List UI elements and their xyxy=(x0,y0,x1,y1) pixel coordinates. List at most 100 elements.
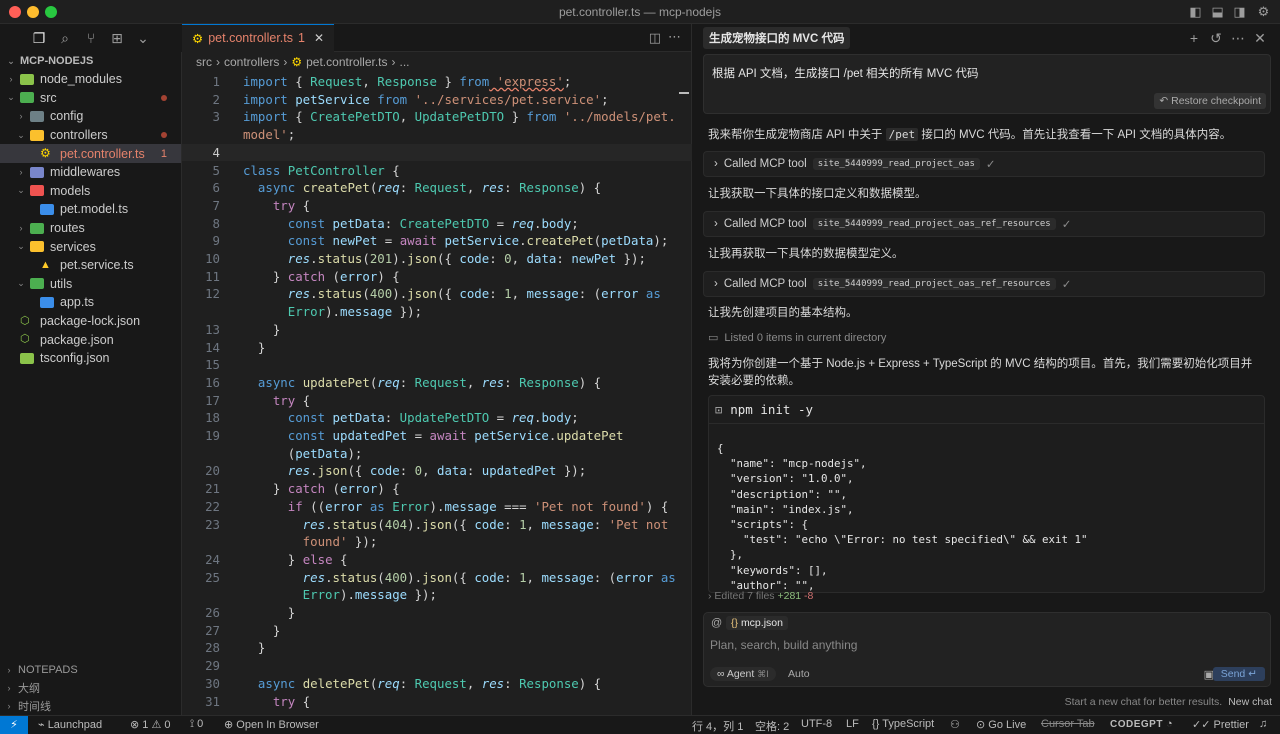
code-line[interactable]: 29 xyxy=(182,657,692,675)
code-line[interactable]: 23 res.status(404).json({ code: 1, messa… xyxy=(182,516,692,534)
tree-item[interactable]: › middlewares xyxy=(0,163,181,182)
code-line[interactable]: 31 try { xyxy=(182,693,692,711)
go-live-item[interactable]: ⊙ Go Live xyxy=(976,718,1026,731)
split-editor-icon[interactable]: ◫ xyxy=(649,30,661,46)
code-line[interactable]: 14 } xyxy=(182,339,692,357)
code-line[interactable]: Error).message }); xyxy=(182,586,692,604)
code-line[interactable]: 21 } catch (error) { xyxy=(182,480,692,498)
restore-checkpoint-button[interactable]: ↶ Restore checkpoint xyxy=(1154,93,1266,109)
chat-title[interactable]: 生成宠物接口的 MVC 代码 xyxy=(703,27,851,49)
code-line[interactable]: 20 res.json({ code: 0, data: updatedPet … xyxy=(182,462,692,480)
code-line[interactable]: 12 res.status(400).json({ code: 1, messa… xyxy=(182,285,692,303)
context-chip-mcp-json[interactable]: {} mcp.json xyxy=(726,616,788,630)
chevron-down-icon[interactable]: ⌄ xyxy=(130,25,156,51)
code-line[interactable]: found' }); xyxy=(182,533,692,551)
problems-item[interactable]: ⊗ 1 ⚠ 0 xyxy=(130,718,171,731)
chat-input-placeholder[interactable]: Plan, search, build anything xyxy=(710,638,857,652)
tree-item[interactable]: ⌄ utils xyxy=(0,275,181,294)
mcp-tool-call-3[interactable]: › Called MCP tool site_5440999_read_proj… xyxy=(703,271,1265,297)
tree-item[interactable]: › routes xyxy=(0,219,181,238)
encoding[interactable]: UTF-8 xyxy=(801,718,832,730)
ports-item[interactable]: ⟟ 0 xyxy=(190,718,203,731)
code-line[interactable]: 11 } catch (error) { xyxy=(182,268,692,286)
code-line[interactable]: 30 async deletePet(req: Request, res: Re… xyxy=(182,675,692,693)
code-line[interactable]: 13 } xyxy=(182,321,692,339)
tree-item[interactable]: ⌄ models xyxy=(0,182,181,201)
new-chat-link[interactable]: New chat xyxy=(1228,696,1272,708)
code-line[interactable]: 5 class PetController { xyxy=(182,162,692,180)
extensions-icon[interactable]: ⊞ xyxy=(104,25,130,51)
code-line[interactable]: 6 async createPet(req: Request, res: Res… xyxy=(182,179,692,197)
breadcrumb-symbol[interactable]: ... xyxy=(400,55,410,69)
code-line[interactable]: model'; xyxy=(182,126,692,144)
timeline-section[interactable]: › 时间线 xyxy=(0,697,182,715)
tree-item[interactable]: › config xyxy=(0,107,181,126)
chat-input-box[interactable]: @ {} mcp.json Plan, search, build anythi… xyxy=(703,612,1271,687)
cursor-position[interactable]: 行 4，列 1 xyxy=(692,718,743,734)
outline-section[interactable]: › 大纲 xyxy=(0,679,182,697)
code-line[interactable]: 26 } xyxy=(182,604,692,622)
toggle-sidebar-icon[interactable]: ◧ xyxy=(1188,4,1203,19)
tree-item[interactable]: ⌄ services xyxy=(0,237,181,256)
code-line[interactable]: 28 } xyxy=(182,639,692,657)
code-line[interactable]: (petData); xyxy=(182,445,692,463)
code-line[interactable]: 8 const petData: CreatePetDTO = req.body… xyxy=(182,215,692,233)
code-line[interactable]: 10 res.status(201).json({ code: 0, data:… xyxy=(182,250,692,268)
code-line[interactable]: 3 import { CreatePetDTO, UpdatePetDTO } f… xyxy=(182,108,692,126)
code-line[interactable]: 18 const petData: UpdatePetDTO = req.bod… xyxy=(182,409,692,427)
mcp-tool-call-2[interactable]: › Called MCP tool site_5440999_read_proj… xyxy=(703,211,1265,237)
close-icon[interactable]: ✕ xyxy=(1252,30,1268,47)
code-line[interactable]: 24 } else { xyxy=(182,551,692,569)
explorer-project-header[interactable]: ⌄ MCP-NODEJS xyxy=(0,52,181,70)
terminal-block[interactable]: ⊡ npm init -y { "name": "mcp-nodejs", "v… xyxy=(708,395,1265,593)
code-line[interactable]: 16 async updatePet(req: Request, res: Re… xyxy=(182,374,692,392)
breadcrumb-controllers[interactable]: controllers xyxy=(224,55,279,69)
breadcrumb-src[interactable]: src xyxy=(196,55,212,69)
code-line[interactable]: 27 } xyxy=(182,622,692,640)
codegpt-item[interactable]: CODEGPT xyxy=(1110,719,1163,730)
tree-item[interactable]: tsconfig.json xyxy=(0,349,181,368)
prettier-item[interactable]: ✓✓ Prettier xyxy=(1192,718,1249,731)
source-control-icon[interactable]: ⑂ xyxy=(78,25,104,51)
broadcast-icon[interactable]: ⚇ xyxy=(950,718,960,731)
toggle-panel-icon[interactable]: ⬓ xyxy=(1210,4,1225,19)
tree-item[interactable]: ⬡ package-lock.json xyxy=(0,312,181,331)
list-dir-result[interactable]: ▭ Listed 0 items in current directory xyxy=(708,331,886,345)
agent-mode-selector[interactable]: ∞ Agent ⌘I xyxy=(710,667,776,681)
end-of-line[interactable]: LF xyxy=(846,718,859,730)
close-icon[interactable]: ✕ xyxy=(314,31,324,45)
send-button[interactable]: Send ↵ xyxy=(1212,667,1265,681)
edited-files-summary[interactable]: › Edited 7 files +281 -8 xyxy=(708,590,813,602)
code-line[interactable]: 4 xyxy=(182,143,692,162)
code-line[interactable]: Error).message }); xyxy=(182,303,692,321)
indentation[interactable]: 空格: 2 xyxy=(755,718,789,734)
notepads-section[interactable]: › NOTEPADS xyxy=(0,661,182,679)
launchpad-item[interactable]: ⌁ Launchpad xyxy=(38,718,102,731)
language-mode[interactable]: {} TypeScript xyxy=(872,718,934,730)
explorer-icon[interactable]: ❐ xyxy=(26,25,52,51)
mcp-tool-call-1[interactable]: › Called MCP tool site_5440999_read_proj… xyxy=(703,151,1265,177)
tree-item[interactable]: ⌄ src xyxy=(0,89,181,108)
code-editor[interactable]: 1 import { Request, Response } from 'expr… xyxy=(182,72,692,715)
settings-icon[interactable]: ⚙ xyxy=(1256,4,1271,19)
user-query-box[interactable]: 根据 API 文档，生成接口 /pet 相关的所有 MVC 代码 ↶ Resto… xyxy=(703,54,1271,114)
more-icon[interactable]: ⋯ xyxy=(1230,30,1246,47)
tree-item[interactable]: app.ts xyxy=(0,293,181,312)
notifications-bell-icon[interactable]: ♫ xyxy=(1259,718,1267,730)
search-icon[interactable]: ⌕ xyxy=(52,25,78,51)
code-line[interactable]: 2 import petService from '../services/pet… xyxy=(182,91,692,109)
tree-item[interactable]: ⬡ package.json xyxy=(0,330,181,349)
more-actions-icon[interactable]: ⋯ xyxy=(668,29,681,45)
open-in-browser-item[interactable]: ⊕ Open In Browser xyxy=(224,718,319,731)
history-icon[interactable]: ↺ xyxy=(1208,30,1224,47)
code-line[interactable]: 1 import { Request, Response } from 'expr… xyxy=(182,73,692,91)
code-line[interactable]: 22 if ((error as Error).message === 'Pet… xyxy=(182,498,692,516)
breadcrumb-file[interactable]: pet.controller.ts xyxy=(306,55,387,69)
add-context-at-icon[interactable]: @ xyxy=(711,617,722,629)
code-line[interactable]: 19 const updatedPet = await petService.u… xyxy=(182,427,692,445)
tab-pet-controller[interactable]: ⚙ pet.controller.ts 1 ✕ xyxy=(182,23,334,52)
cursor-tab-toggle[interactable]: Cursor Tab xyxy=(1041,718,1095,730)
tree-item[interactable]: ⚙ pet.controller.ts 1 xyxy=(0,144,181,163)
model-selector[interactable]: Auto xyxy=(788,668,810,680)
toggle-secondary-sidebar-icon[interactable]: ◨ xyxy=(1232,4,1247,19)
